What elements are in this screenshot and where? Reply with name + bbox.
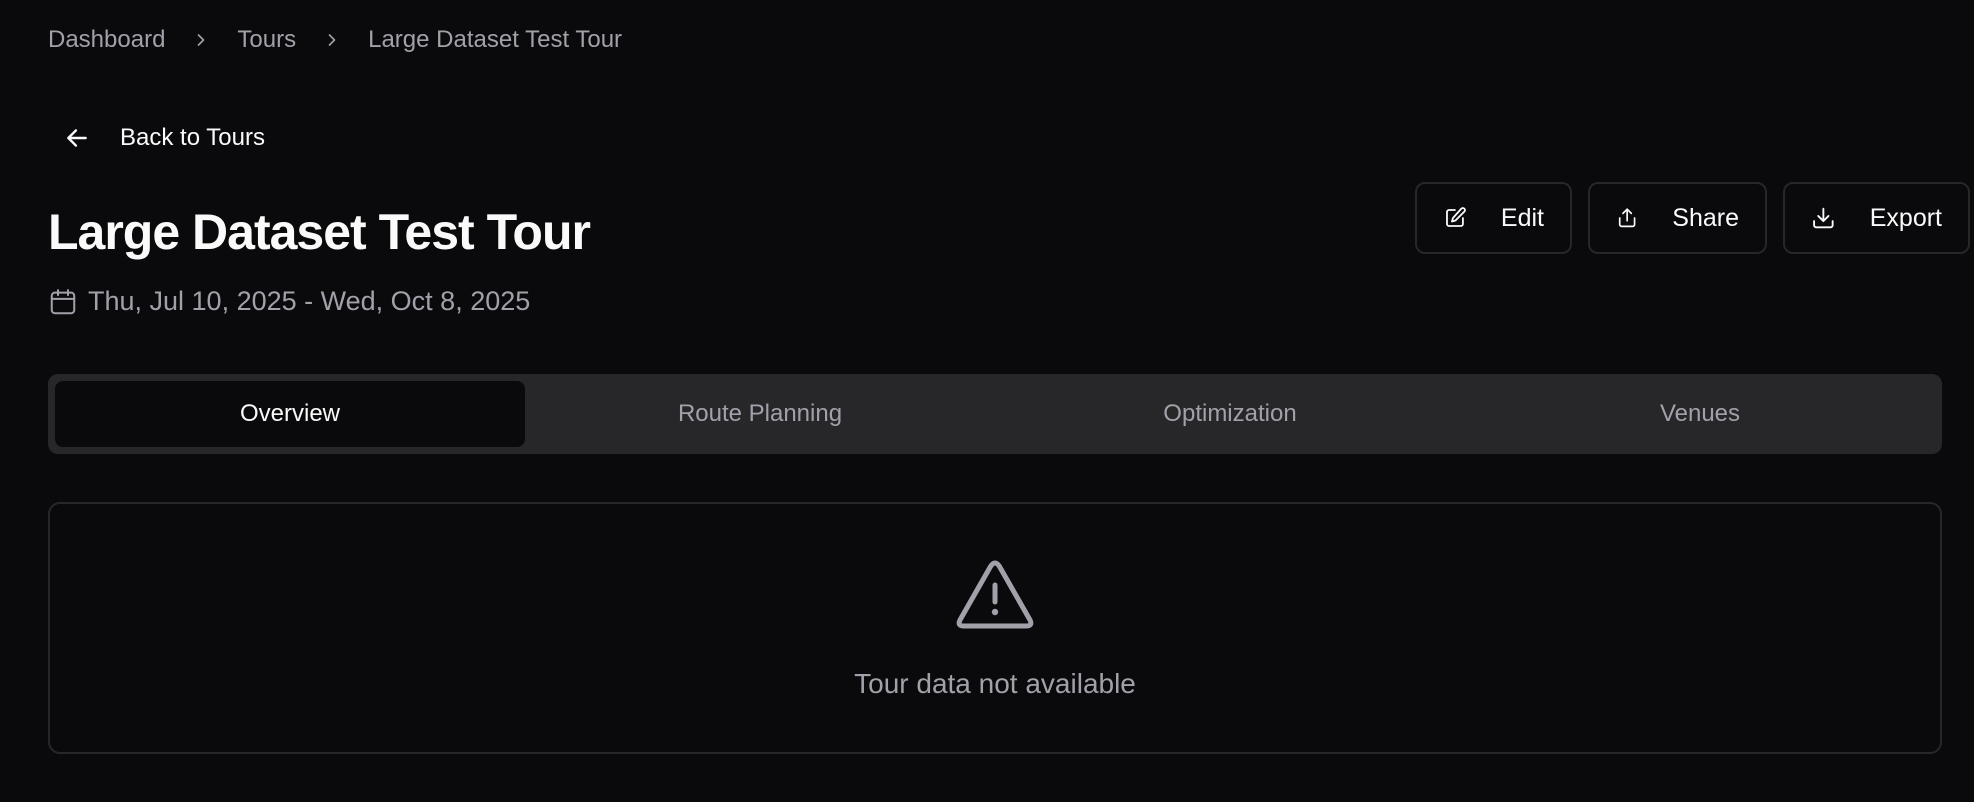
edit-label: Edit — [1500, 203, 1544, 232]
share-label: Share — [1672, 203, 1739, 232]
warning-triangle-icon — [956, 560, 1034, 629]
tour-actions: Edit Share Export — [1415, 182, 1970, 254]
arrow-left-icon — [67, 129, 87, 147]
tab-route-planning[interactable]: Route Planning — [525, 381, 995, 447]
chevron-right-icon — [195, 34, 207, 46]
back-to-tours-button[interactable]: Back to Tours — [64, 124, 265, 152]
chevron-right-icon — [326, 34, 338, 46]
share-button[interactable]: Share — [1588, 182, 1767, 254]
back-label: Back to Tours — [120, 124, 265, 151]
export-label: Export — [1869, 203, 1942, 232]
date-range-text: Thu, Jul 10, 2025 - Wed, Oct 8, 2025 — [88, 286, 531, 316]
download-icon — [1813, 207, 1834, 229]
tab-overview[interactable]: Overview — [55, 381, 525, 447]
calendar-icon — [50, 288, 76, 314]
share-icon — [1618, 208, 1636, 228]
breadcrumb-tours[interactable]: Tours — [237, 26, 296, 54]
tour-detail-page: Dashboard Tours Large Dataset Test Tour … — [0, 0, 1974, 802]
breadcrumb: Dashboard Tours Large Dataset Test Tour — [48, 26, 622, 54]
tab-optimization[interactable]: Optimization — [995, 381, 1465, 447]
tab-venues[interactable]: Venues — [1465, 381, 1935, 447]
breadcrumb-dashboard[interactable]: Dashboard — [48, 26, 165, 54]
edit-button[interactable]: Edit — [1415, 182, 1572, 254]
page-title: Large Dataset Test Tour — [48, 204, 591, 260]
empty-state-card: Tour data not available — [48, 502, 1942, 754]
tour-date-range: Thu, Jul 10, 2025 - Wed, Oct 8, 2025 — [48, 286, 530, 317]
edit-icon — [1446, 207, 1466, 227]
tour-tabs: Overview Route Planning Optimization Ven… — [48, 374, 1942, 454]
export-button[interactable]: Export — [1783, 182, 1970, 254]
empty-state-message: Tour data not available — [854, 668, 1136, 699]
breadcrumb-current: Large Dataset Test Tour — [368, 26, 623, 53]
